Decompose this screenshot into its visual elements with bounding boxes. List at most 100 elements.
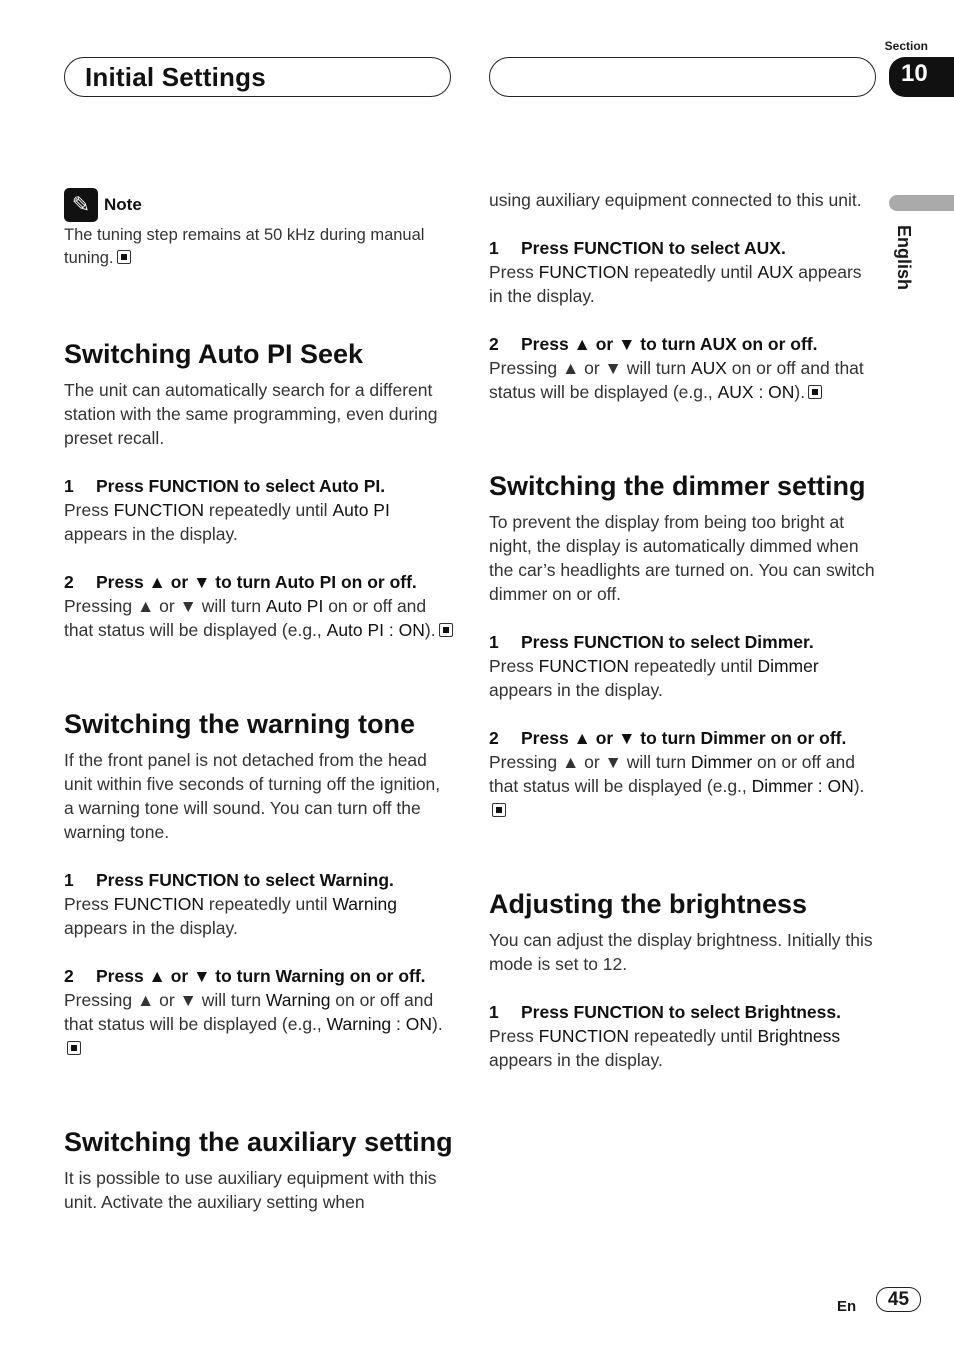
step-heading: 1 Press FUNCTION to select Warning. bbox=[64, 868, 454, 892]
step-heading: 2 Press ▲ or ▼ to turn Dimmer on or off. bbox=[489, 726, 879, 750]
bold-term: Dimmer bbox=[690, 752, 753, 772]
section-label: Section bbox=[884, 39, 928, 53]
text-run: Pressing ▲ or ▼ will turn bbox=[64, 596, 266, 616]
text-run: repeatedly until bbox=[204, 894, 333, 914]
section-intro: To prevent the display from being too br… bbox=[489, 512, 875, 604]
paragraph: Pressing ▲ or ▼ will turn Dimmer on or o… bbox=[489, 750, 879, 822]
text-run: Pressing ▲ or ▼ will turn bbox=[64, 990, 266, 1010]
paragraph: The tuning step remains at 50 kHz during… bbox=[64, 224, 454, 270]
text-run: appears in the display. bbox=[489, 680, 663, 700]
bold-term: FUNCTION bbox=[538, 656, 630, 676]
paragraph: Press FUNCTION repeatedly until AUX appe… bbox=[489, 260, 879, 308]
bold-term: Brightness bbox=[757, 1026, 841, 1046]
section-brightness: Adjusting the brightness You can adjust … bbox=[489, 888, 879, 1072]
step-title: Press FUNCTION to select AUX. bbox=[521, 238, 786, 258]
paragraph: Press FUNCTION repeatedly until Auto PI … bbox=[64, 498, 454, 546]
page-number: 45 bbox=[876, 1287, 921, 1312]
bold-term: FUNCTION bbox=[538, 1026, 630, 1046]
language-tab bbox=[889, 195, 954, 211]
bold-term: Warning bbox=[332, 894, 397, 914]
header-title: Initial Settings bbox=[85, 62, 266, 92]
bold-term: Dimmer : ON bbox=[751, 776, 854, 796]
paragraph: Pressing ▲ or ▼ will turn AUX on or off … bbox=[489, 356, 879, 404]
bold-term: FUNCTION bbox=[113, 894, 205, 914]
paragraph: Press FUNCTION repeatedly until Brightne… bbox=[489, 1024, 879, 1072]
text-run: Press bbox=[489, 656, 539, 676]
section-intro: The unit can automatically search for a … bbox=[64, 380, 438, 448]
language-label: English bbox=[894, 225, 914, 291]
section-dimmer: Switching the dimmer setting To prevent … bbox=[489, 470, 879, 822]
text-run: Press bbox=[64, 894, 114, 914]
bold-term: AUX bbox=[757, 262, 794, 282]
text-run: appears in the display. bbox=[64, 524, 238, 544]
step-heading: 2 Press ▲ or ▼ to turn AUX on or off. bbox=[489, 332, 879, 356]
step-title: Press ▲ or ▼ to turn Dimmer on or off. bbox=[521, 728, 847, 748]
text-run: repeatedly until bbox=[204, 500, 333, 520]
bold-term: FUNCTION bbox=[538, 262, 630, 282]
step-title: Press FUNCTION to select Warning. bbox=[96, 870, 394, 890]
step-number: 1 bbox=[489, 1002, 499, 1022]
step-heading: 2 Press ▲ or ▼ to turn Auto PI on or off. bbox=[64, 570, 454, 594]
bold-term: Dimmer bbox=[757, 656, 819, 676]
header-title-box: Initial Settings bbox=[64, 57, 451, 97]
step-number: 2 bbox=[64, 572, 74, 592]
text-run: Press bbox=[489, 262, 539, 282]
section-title: Switching the warning tone bbox=[64, 709, 415, 739]
paragraph: Press FUNCTION repeatedly until Warning … bbox=[64, 892, 454, 940]
pencil-icon: ✎ bbox=[64, 188, 98, 222]
bold-term: FUNCTION bbox=[113, 500, 205, 520]
end-mark-icon bbox=[492, 803, 506, 817]
step-title: Press FUNCTION to select Brightness. bbox=[521, 1002, 841, 1022]
bold-term: Auto PI bbox=[332, 500, 390, 520]
section-intro-continued: using auxiliary equipment connected to t… bbox=[489, 190, 862, 210]
end-mark-icon bbox=[116, 250, 131, 264]
end-mark-icon bbox=[808, 385, 823, 399]
section-title: Switching the dimmer setting bbox=[489, 471, 866, 501]
bold-term: AUX bbox=[690, 358, 727, 378]
step-number: 2 bbox=[64, 966, 74, 986]
section-warning-tone: Switching the warning tone If the front … bbox=[64, 708, 454, 1060]
end-mark-icon bbox=[67, 1041, 81, 1055]
section-title: Switching Auto PI Seek bbox=[64, 339, 364, 369]
end-mark-icon bbox=[438, 623, 453, 637]
section-title: Adjusting the brightness bbox=[489, 889, 808, 919]
text-run: repeatedly until bbox=[629, 1026, 758, 1046]
section-auxiliary: Switching the auxiliary setting It is po… bbox=[64, 1126, 454, 1214]
text-run: Pressing ▲ or ▼ will turn bbox=[489, 752, 691, 772]
section-intro: You can adjust the display brightness. I… bbox=[489, 930, 873, 974]
left-column: ✎ Note The tuning step remains at 50 kHz… bbox=[64, 188, 454, 1214]
step-number: 2 bbox=[489, 728, 499, 748]
footer-language-code: En bbox=[837, 1298, 857, 1315]
text-run: repeatedly until bbox=[629, 656, 758, 676]
step-heading: 2 Press ▲ or ▼ to turn Warning on or off. bbox=[64, 964, 454, 988]
step-title: Press ▲ or ▼ to turn Auto PI on or off. bbox=[96, 572, 417, 592]
step-title: Press ▲ or ▼ to turn Warning on or off. bbox=[96, 966, 426, 986]
text-run: Press bbox=[489, 1026, 539, 1046]
paragraph: Pressing ▲ or ▼ will turn Auto PI on or … bbox=[64, 594, 454, 642]
section-title: Switching the auxiliary setting bbox=[64, 1127, 453, 1157]
bold-term: AUX : ON bbox=[717, 382, 795, 402]
step-heading: 1 Press FUNCTION to select Auto PI. bbox=[64, 474, 454, 498]
bold-term: Warning : ON bbox=[326, 1014, 432, 1034]
right-column: using auxiliary equipment connected to t… bbox=[489, 188, 879, 1072]
section-auto-pi: Switching Auto PI Seek The unit can auto… bbox=[64, 338, 454, 642]
note-label: Note bbox=[104, 195, 142, 214]
note-block: ✎ Note The tuning step remains at 50 kHz… bbox=[64, 188, 454, 270]
step-title: Press FUNCTION to select Auto PI. bbox=[96, 476, 386, 496]
section-intro: If the front panel is not detached from … bbox=[64, 750, 441, 842]
step-number: 1 bbox=[489, 632, 499, 652]
text-run: appears in the display. bbox=[489, 1050, 663, 1070]
paragraph: Press FUNCTION repeatedly until Dimmer a… bbox=[489, 654, 879, 702]
paragraph: Pressing ▲ or ▼ will turn Warning on or … bbox=[64, 988, 454, 1060]
bold-term: Warning bbox=[265, 990, 331, 1010]
step-title: Press ▲ or ▼ to turn AUX on or off. bbox=[521, 334, 818, 354]
step-number: 2 bbox=[489, 334, 499, 354]
step-number: 1 bbox=[64, 476, 74, 496]
step-heading: 1 Press FUNCTION to select Dimmer. bbox=[489, 630, 879, 654]
step-heading: 1 Press FUNCTION to select AUX. bbox=[489, 236, 879, 260]
section-number: 10 bbox=[889, 57, 954, 97]
step-number: 1 bbox=[64, 870, 74, 890]
step-number: 1 bbox=[489, 238, 499, 258]
text-run: repeatedly until bbox=[629, 262, 758, 282]
text-run: Press bbox=[64, 500, 114, 520]
